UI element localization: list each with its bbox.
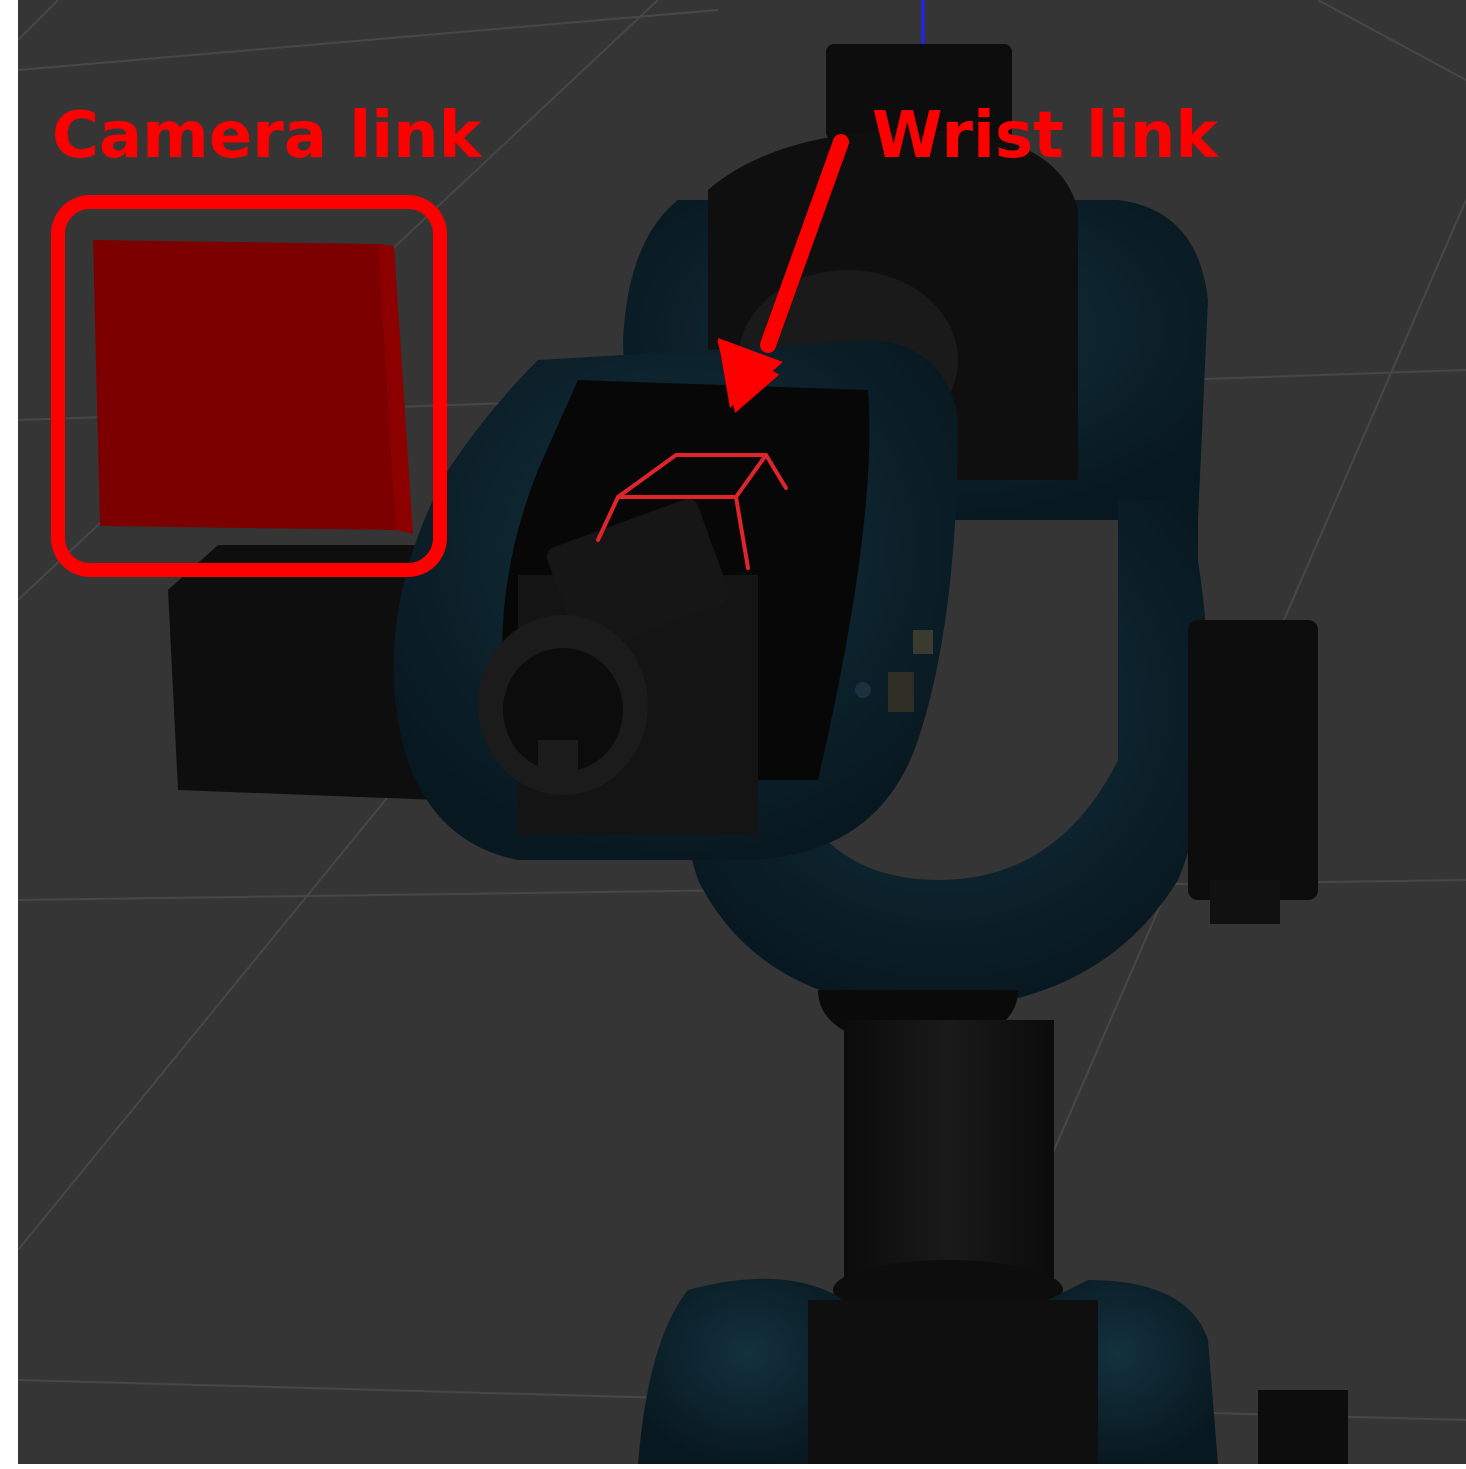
wrist-bolt-1 — [913, 630, 933, 654]
side-motor-block — [1188, 620, 1318, 900]
scene-canvas: Camera link Wrist link — [0, 0, 1466, 1469]
side-motor-cap — [1210, 880, 1280, 924]
forearm-pole — [844, 1020, 1054, 1300]
camera-link-box[interactable] — [93, 240, 413, 534]
camera-link-label: Camera link — [52, 99, 482, 173]
wrist-link-label: Wrist link — [872, 99, 1218, 173]
lower-base-block — [1258, 1390, 1348, 1464]
wrist-bolt-2 — [888, 672, 914, 712]
3d-viewport[interactable] — [18, 0, 1466, 1464]
lower-base-center — [808, 1300, 1098, 1464]
wrist-rivet — [855, 682, 871, 698]
